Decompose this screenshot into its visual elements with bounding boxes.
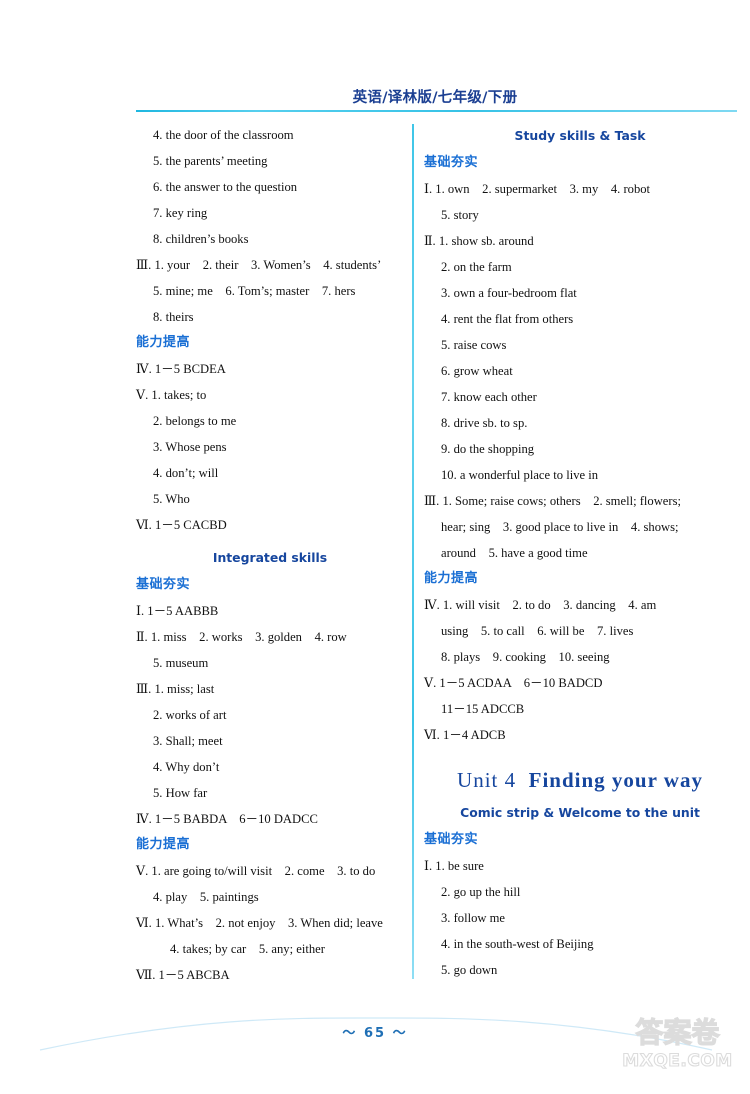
answer-line: 8. children’s books [153, 232, 249, 246]
answer-line: Ⅱ. 1. show sb. around [424, 234, 534, 248]
answer-line: 5. raise cows [441, 338, 507, 352]
header-title: 英语/译林版/七年级/下册 [352, 90, 518, 106]
answer-line: Ⅰ. 1. be sure [424, 859, 484, 873]
answer-line: Ⅶ. 1－5 ABCBA [136, 968, 230, 982]
answer-line: 8. drive sb. to sp. [441, 416, 528, 430]
answer-line: 3. Whose pens [153, 440, 227, 454]
answer-line: Ⅴ. 1. takes; to [136, 388, 207, 402]
section-heading-en: Integrated skills [212, 550, 328, 565]
unit-title-name: Finding your way [528, 768, 703, 792]
answer-line: 5. mine; me 6. Tom’s; master 7. hers [153, 284, 356, 298]
unit-title: Unit 4 Finding your way [424, 761, 736, 799]
answer-line: 5. Who [153, 492, 190, 506]
answer-line: Ⅰ. 1. own 2. supermarket 3. my 4. robot [424, 182, 651, 196]
answer-line: 4. don’t; will [153, 466, 219, 480]
answer-line: 9. do the shopping [441, 442, 535, 456]
answer-key-page: 英语/译林版/七年级/下册 4. the door of the classro… [0, 0, 750, 1094]
answer-line: 3. own a four-bedroom flat [441, 286, 577, 300]
answer-line: 6. grow wheat [441, 364, 513, 378]
answer-line: 3. follow me [441, 911, 506, 925]
answer-line: 5. story [441, 208, 479, 222]
answer-line: 2. works of art [153, 708, 227, 722]
answer-line: using 5. to call 6. will be 7. lives [441, 624, 634, 638]
answer-line: Ⅲ. 1. your 2. their 3. Women’s 4. studen… [136, 258, 382, 272]
section-heading-cn: 能力提高 [136, 335, 191, 350]
answer-line: 8. plays 9. cooking 10. seeing [441, 650, 610, 664]
section-heading-cn: 基础夯实 [424, 832, 479, 847]
answer-line: 4. the door of the classroom [153, 128, 294, 142]
answer-line: 4. takes; by car 5. any; either [170, 942, 325, 956]
section-heading-cn: 基础夯实 [424, 155, 479, 170]
column-divider-rule [412, 124, 414, 979]
answer-line: Ⅳ. 1. will visit 2. to do 3. dancing 4. … [424, 598, 657, 612]
answer-line: Ⅲ. 1. miss; last [136, 682, 215, 696]
answer-line: 4. play 5. paintings [153, 890, 259, 904]
answer-line: 4. in the south-west of Beijing [441, 937, 594, 951]
answer-line: 7. key ring [153, 206, 208, 220]
right-column: Study skills & Task 基础夯实 Ⅰ. 1. own 2. supe… [424, 122, 736, 983]
answer-line: Ⅵ. 1－5 CACBD [136, 518, 227, 532]
answer-line: 10. a wonderful place to live in [441, 468, 599, 482]
section-heading-cn: 基础夯实 [136, 577, 191, 592]
answer-line: 8. theirs [153, 310, 194, 324]
answer-line: 11－15 ADCCB [441, 702, 525, 716]
answer-line: 3. Shall; meet [153, 734, 223, 748]
answer-line: Ⅴ. 1－5 ACDAA 6－10 BADCD [424, 676, 603, 690]
answer-line: 5. the parents’ meeting [153, 154, 268, 168]
header-divider-rule [136, 110, 737, 112]
section-heading-cn: 能力提高 [136, 837, 191, 852]
section-heading-cn: 能力提高 [424, 571, 479, 586]
answer-line: Ⅵ. 1－4 ADCB [424, 728, 506, 742]
answer-line: Ⅳ. 1－5 BCDEA [136, 362, 226, 376]
answer-line: 4. rent the flat from others [441, 312, 574, 326]
answer-line: hear; sing 3. good place to live in 4. s… [441, 520, 679, 534]
left-column: 4. the door of the classroom 5. the paren… [136, 122, 404, 988]
answer-line: Ⅵ. 1. What’s 2. not enjoy 3. When did; l… [136, 916, 383, 930]
answer-line: Ⅴ. 1. are going to/will visit 2. come 3.… [136, 864, 376, 878]
answer-line: Ⅱ. 1. miss 2. works 3. golden 4. row [136, 630, 347, 644]
watermark-site-text: MXQE.COM [622, 1050, 733, 1071]
answer-line: 2. belongs to me [153, 414, 237, 428]
answer-line: 5. go down [441, 963, 498, 977]
page-number: ～ 65 ～ [342, 1026, 408, 1041]
section-heading-en: Study skills & Task [514, 128, 646, 143]
unit-title-label: Unit 4 [457, 768, 517, 792]
answer-line: 5. museum [153, 656, 209, 670]
page-header: 英语/译林版/七年级/下册 [135, 86, 743, 107]
answer-line: Ⅳ. 1－5 BABDA 6－10 DADCC [136, 812, 318, 826]
answer-line: 2. go up the hill [441, 885, 521, 899]
vertical-spacer [424, 748, 736, 761]
answer-line: 5. How far [153, 786, 208, 800]
answer-line: 7. know each other [441, 390, 537, 404]
answer-line: Ⅲ. 1. Some; raise cows; others 2. smell;… [424, 494, 681, 508]
answer-line: 4. Why don’t [153, 760, 220, 774]
answer-line: 2. on the farm [441, 260, 512, 274]
answer-line: Ⅰ. 1－5 AABBB [136, 604, 219, 618]
answer-line: around 5. have a good time [441, 546, 588, 560]
section-heading-en: Comic strip & Welcome to the unit [460, 805, 700, 820]
answer-line: 6. the answer to the question [153, 180, 298, 194]
